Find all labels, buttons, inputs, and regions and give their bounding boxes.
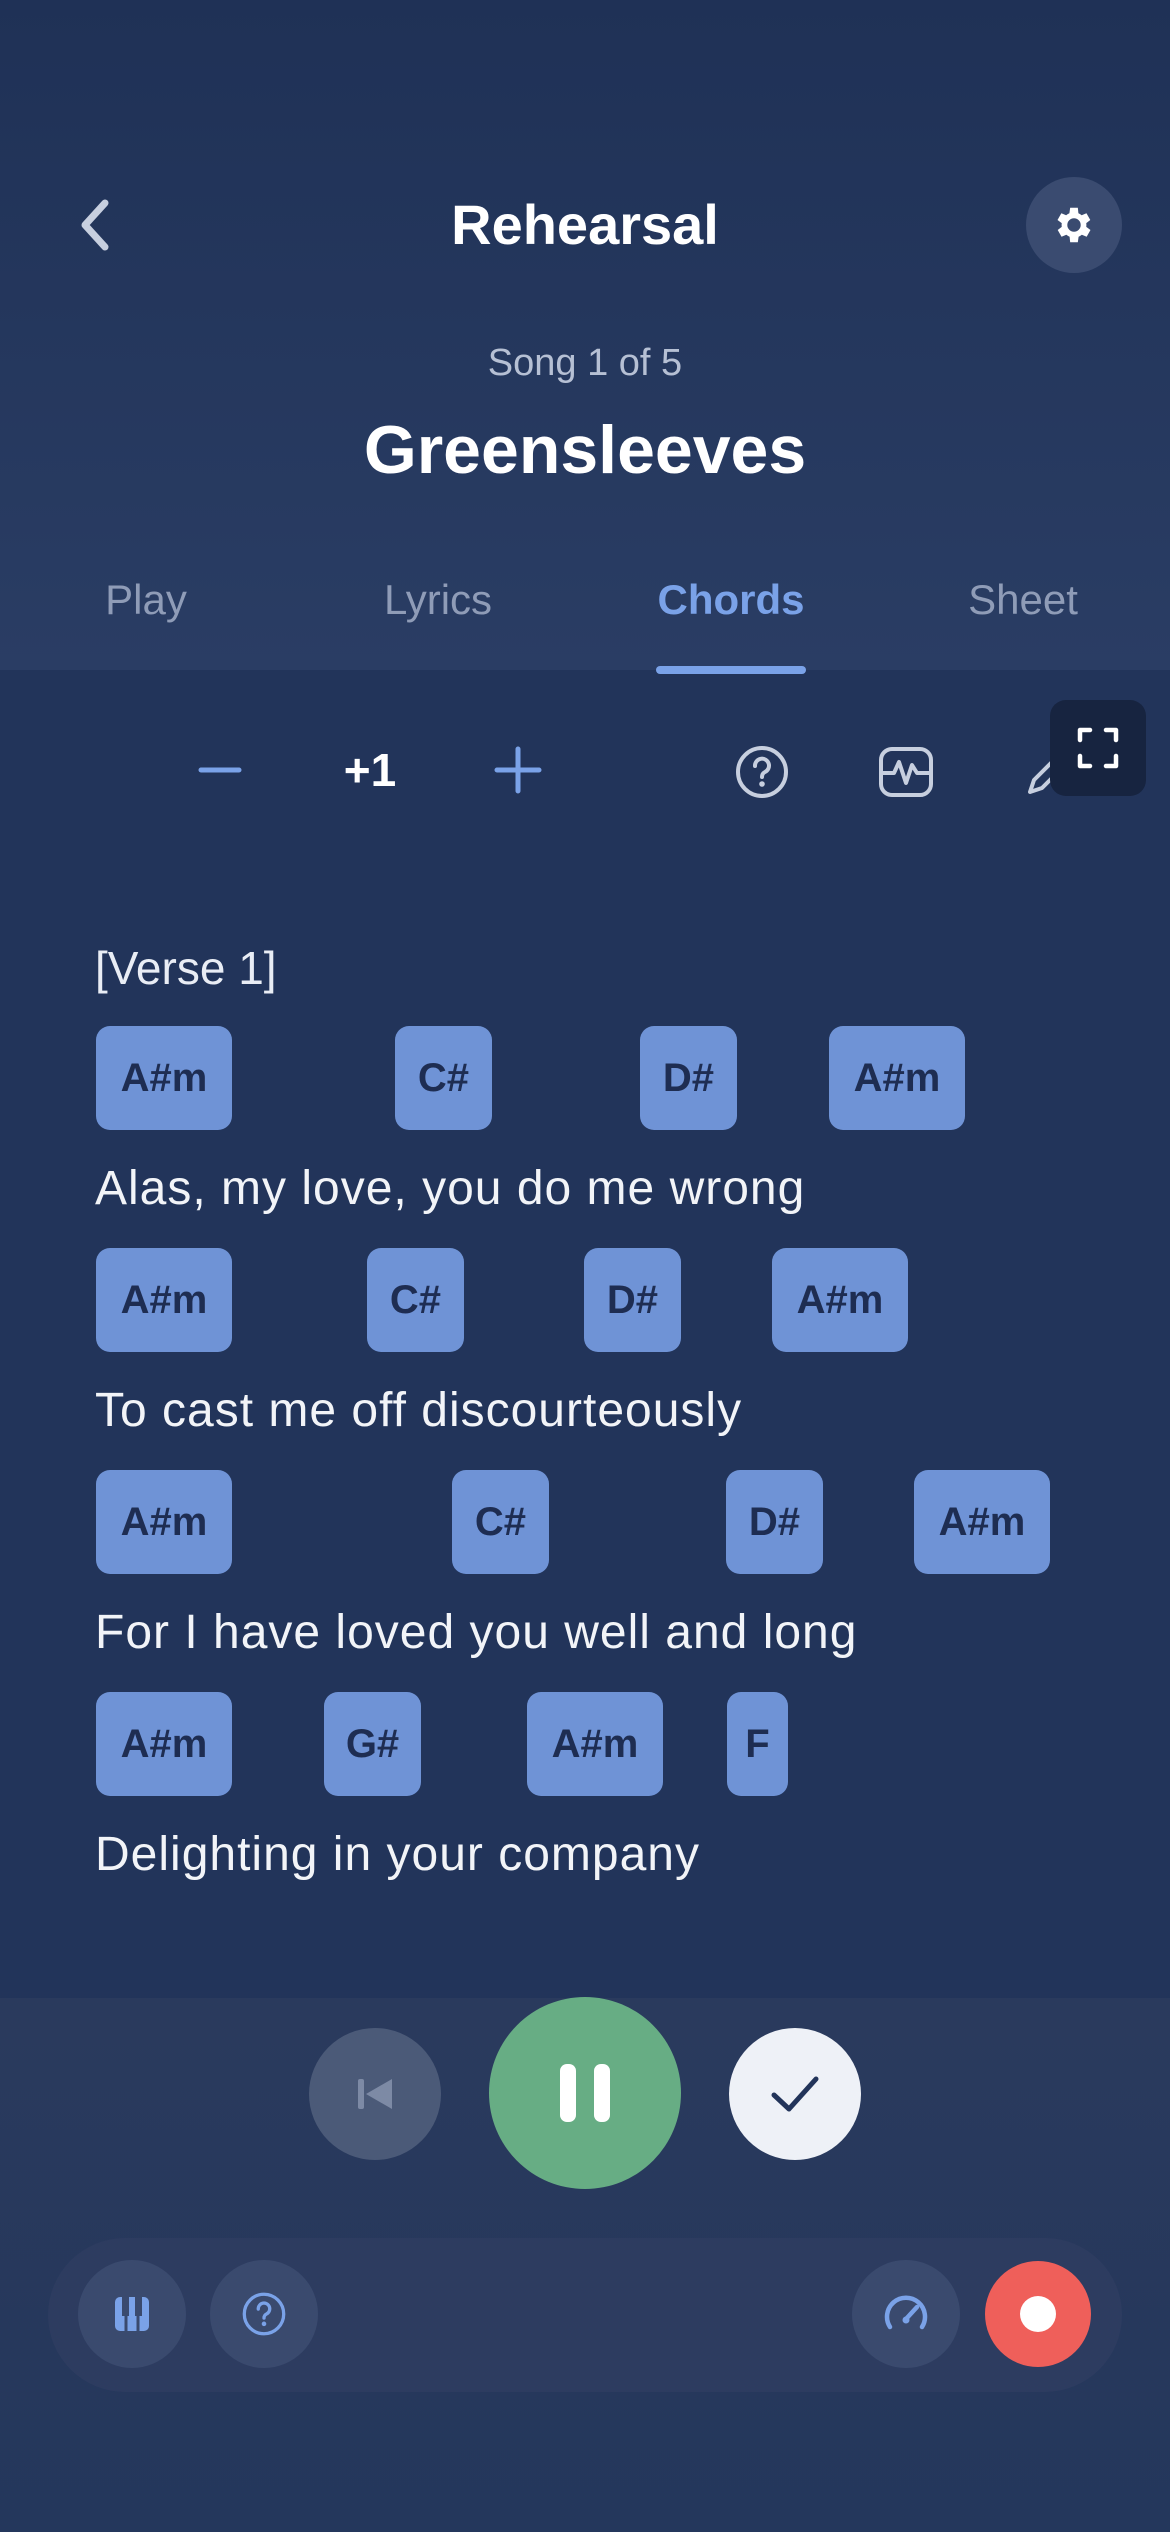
tempo-button[interactable] [852, 2260, 960, 2368]
chord-chip[interactable]: A#m [772, 1248, 908, 1352]
lyric-line: Alas, my love, you do me wrong [95, 1162, 806, 1215]
speedometer-icon [884, 2295, 928, 2330]
settings-button[interactable] [1026, 177, 1122, 273]
waveform-button[interactable] [874, 740, 938, 804]
chord-chip[interactable]: D# [584, 1248, 681, 1352]
minus-icon [198, 767, 242, 773]
chord-chip[interactable]: D# [726, 1470, 823, 1574]
chord-chip[interactable]: C# [367, 1248, 464, 1352]
skip-back-icon [358, 2079, 392, 2109]
fullscreen-button[interactable] [1050, 700, 1146, 796]
help-button[interactable] [730, 740, 794, 804]
chord-chip[interactable]: F [727, 1692, 788, 1796]
record-icon [1020, 2296, 1056, 2332]
plus-icon [494, 746, 542, 794]
pause-button[interactable] [489, 1997, 681, 2189]
piano-button[interactable] [78, 2260, 186, 2368]
mark-done-button[interactable] [729, 2028, 861, 2160]
skip-back-button[interactable] [309, 2028, 441, 2160]
chord-chip[interactable]: C# [452, 1470, 549, 1574]
song-title: Greensleeves [363, 412, 807, 488]
transpose-value: +1 [343, 744, 397, 796]
tab-sheet[interactable]: Sheet [877, 560, 1169, 640]
lyric-line: For I have loved you well and long [95, 1606, 858, 1659]
chord-chip[interactable]: A#m [96, 1470, 232, 1574]
chord-chip[interactable]: C# [395, 1026, 492, 1130]
help-icon [242, 2292, 286, 2336]
tab-lyrics[interactable]: Lyrics [292, 560, 584, 640]
lyric-line: To cast me off discourteously [95, 1384, 743, 1437]
help-icon [736, 746, 788, 798]
chord-chip[interactable]: A#m [96, 1248, 232, 1352]
song-counter: Song 1 of 5 [487, 342, 683, 384]
chord-chip[interactable]: G# [324, 1692, 421, 1796]
piano-icon [115, 2297, 149, 2331]
page-title: Rehearsal [451, 193, 719, 256]
active-tab-indicator [656, 666, 806, 674]
tab-play[interactable]: Play [0, 560, 292, 640]
pause-icon [560, 2064, 610, 2122]
help-bottom-button[interactable] [210, 2260, 318, 2368]
chord-chip[interactable]: A#m [914, 1470, 1050, 1574]
check-icon [771, 2076, 819, 2112]
section-label: [Verse 1] [95, 942, 277, 994]
chord-chip[interactable]: A#m [96, 1026, 232, 1130]
chord-chip[interactable]: A#m [829, 1026, 965, 1130]
chord-chip[interactable]: A#m [527, 1692, 663, 1796]
transpose-down-button[interactable] [190, 740, 250, 800]
waveform-icon [879, 747, 933, 797]
tab-chords[interactable]: Chords [585, 560, 877, 640]
lyric-line: Delighting in your company [95, 1828, 700, 1881]
chord-chip[interactable]: A#m [96, 1692, 232, 1796]
chord-chip[interactable]: D# [640, 1026, 737, 1130]
gear-icon [1057, 207, 1091, 243]
record-button[interactable] [985, 2261, 1091, 2367]
transpose-up-button[interactable] [488, 740, 548, 800]
fullscreen-icon [1077, 727, 1119, 769]
tab-bar: Play Lyrics Chords Sheet [0, 560, 1170, 670]
